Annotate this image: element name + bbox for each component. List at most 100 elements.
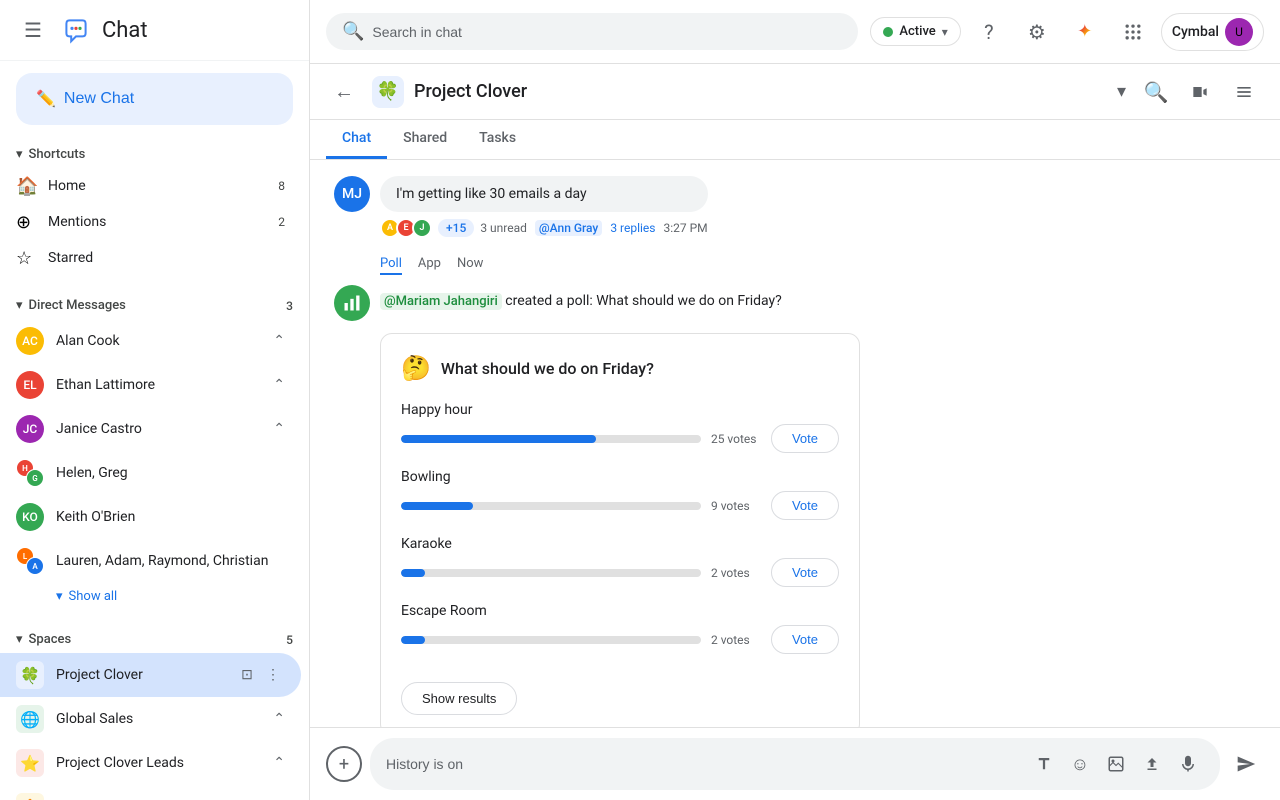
chevron-down-icon-dm-all: ▾ [56, 589, 63, 604]
sidebar-item-alan-cook[interactable]: AC Alan Cook ⌃ [0, 319, 301, 363]
poll-option-4-label: Escape Room [401, 603, 839, 619]
mariam-mention[interactable]: @Mariam Jahangiri [380, 293, 502, 310]
search-input[interactable] [372, 24, 842, 40]
tabs-bar: Chat Shared Tasks [310, 120, 1280, 160]
vote-button-2[interactable]: Vote [771, 491, 839, 520]
gemini-button[interactable]: ✦ [1065, 12, 1105, 52]
replies-link[interactable]: 3 replies [610, 221, 655, 235]
tab-tasks[interactable]: Tasks [463, 120, 532, 159]
vote-button-3[interactable]: Vote [771, 558, 839, 587]
chevron-down-icon-spaces: ▾ [16, 632, 23, 647]
search-container[interactable]: 🔍 [326, 13, 858, 50]
starred-icon: ☆ [16, 248, 36, 268]
janice-castro-avatar: JC [16, 415, 44, 443]
mentions-label: Mentions [48, 214, 269, 230]
input-field-container[interactable]: ☺ [370, 738, 1220, 790]
user-avatar[interactable]: U [1225, 18, 1253, 46]
help-icon: ? [984, 20, 993, 44]
sidebar-item-keith-obrien[interactable]: KO Keith O'Brien [0, 495, 301, 539]
sidebar-item-mentions[interactable]: ⊕ Mentions 2 [0, 204, 301, 240]
apps-grid-button[interactable] [1113, 12, 1153, 52]
project-clover-leads-pin-icon: ⌃ [273, 755, 285, 771]
poll-question: 🤔 What should we do on Friday? [401, 354, 839, 382]
chat-header-chevron-icon[interactable]: ▾ [1117, 81, 1126, 102]
poll-tab-now[interactable]: Now [457, 254, 483, 275]
spaces-header[interactable]: ▾ Spaces 5 [0, 626, 309, 653]
message-reactions-1: A E J +15 3 unread @Ann Gray 3 replies 3… [380, 218, 708, 238]
emoji-button[interactable]: ☺ [1064, 748, 1096, 780]
poll-option-2-bar-row: 9 votes Vote [401, 491, 839, 520]
sidebar-item-project-clover-leads[interactable]: ⭐ Project Clover Leads ⌃ [0, 741, 301, 785]
message-input[interactable] [386, 756, 1020, 772]
tab-shared[interactable]: Shared [387, 120, 463, 159]
hamburger-icon[interactable]: ☰ [16, 10, 50, 50]
message-text-1: I'm getting like 30 emails a day [396, 186, 587, 202]
reaction-avatar-3: J [412, 218, 432, 238]
project-clover-leads-label: Project Clover Leads [56, 755, 267, 771]
settings-button[interactable]: ⚙ [1017, 12, 1057, 52]
sidebar-item-global-sales[interactable]: 🌐 Global Sales ⌃ [0, 697, 301, 741]
global-sales-pin-icon: ⌃ [273, 711, 285, 727]
dm-show-all[interactable]: ▾ Show all [0, 583, 309, 610]
sidebar-item-home[interactable]: 🏠 Home 8 [0, 168, 301, 204]
poll-card: 🤔 What should we do on Friday? Happy hou… [380, 333, 860, 727]
sidebar-item-janice-castro[interactable]: JC Janice Castro ⌃ [0, 407, 301, 451]
poll-tab-poll[interactable]: Poll [380, 254, 402, 275]
input-toolbar: ☺ [1028, 748, 1204, 780]
poll-option-3-bar-row: 2 votes Vote [401, 558, 839, 587]
dm-badge: 3 [277, 299, 293, 313]
vote-button-1[interactable]: Vote [771, 424, 839, 453]
status-button[interactable]: Active ▾ [870, 17, 960, 46]
emoji-icon: ☺ [1071, 754, 1089, 775]
brand-logo[interactable]: Cymbal U [1161, 13, 1264, 51]
poll-option-bowling: Bowling 9 votes Vote [401, 469, 839, 520]
janice-castro-pin-icon: ⌃ [273, 421, 285, 437]
sidebar-item-helen-greg[interactable]: H G Helen, Greg [0, 451, 301, 495]
input-add-button[interactable]: + [326, 746, 362, 782]
poll-option-2-label: Bowling [401, 469, 839, 485]
topbar: 🔍 Active ▾ ? ⚙ ✦ Cymbal U [310, 0, 1280, 64]
upload-button[interactable] [1136, 748, 1168, 780]
header-more-button[interactable] [1224, 72, 1264, 112]
project-clover-more-icon[interactable]: ⋮ [261, 663, 285, 687]
app-title: Chat [102, 18, 148, 43]
sidebar-item-project-clover[interactable]: 🍀 Project Clover ⊡ ⋮ [0, 653, 301, 697]
tab-chat[interactable]: Chat [326, 120, 387, 159]
ann-gray-mention[interactable]: @Ann Gray [535, 220, 602, 236]
poll-option-2-votes: 9 votes [711, 499, 761, 513]
message-row-1: MJ I'm getting like 30 emails a day A E … [334, 176, 1256, 238]
new-chat-button[interactable]: ✏️ New Chat [16, 73, 293, 125]
poll-option-1-label: Happy hour [401, 402, 839, 418]
image-button[interactable] [1100, 748, 1132, 780]
janice-castro-label: Janice Castro [56, 421, 267, 437]
poll-creator-row: @Mariam Jahangiri created a poll: What s… [334, 285, 1256, 321]
send-button[interactable] [1228, 746, 1264, 782]
poll-option-4-bar-row: 2 votes Vote [401, 625, 839, 654]
shortcuts-section: ▾ Shortcuts 🏠 Home 8 ⊕ Mentions 2 ☆ Star… [0, 137, 309, 280]
reaction-count-badge[interactable]: +15 [438, 219, 474, 237]
poll-option-1-bar-track [401, 435, 701, 443]
sidebar-item-starred[interactable]: ☆ Starred [0, 240, 301, 276]
messages-area: MJ I'm getting like 30 emails a day A E … [310, 160, 1280, 727]
sidebar-item-lauren-group[interactable]: L A Lauren, Adam, Raymond, Christian [0, 539, 301, 583]
format-text-button[interactable] [1028, 748, 1060, 780]
vote-button-4[interactable]: Vote [771, 625, 839, 654]
show-results-button[interactable]: Show results [401, 682, 517, 715]
mic-button[interactable] [1172, 748, 1204, 780]
sidebar-item-sales-crew[interactable]: 🔶 Sales Crew [0, 785, 301, 800]
header-search-button[interactable]: 🔍 [1136, 72, 1176, 112]
shortcuts-header[interactable]: ▾ Shortcuts [0, 141, 309, 168]
dm-header[interactable]: ▾ Direct Messages 3 [0, 292, 309, 319]
project-clover-label: Project Clover [56, 667, 235, 683]
poll-tab-app[interactable]: App [418, 254, 441, 275]
header-video-button[interactable] [1180, 72, 1220, 112]
alan-cook-pin-icon: ⌃ [273, 333, 285, 349]
sidebar-item-ethan-lattimore[interactable]: EL Ethan Lattimore ⌃ [0, 363, 301, 407]
apps-grid-icon [1123, 22, 1143, 42]
project-clover-video-icon[interactable]: ⊡ [235, 663, 259, 687]
back-button[interactable]: ← [326, 74, 362, 110]
poll-option-3-bar-fill [401, 569, 425, 577]
poll-option-3-votes: 2 votes [711, 566, 761, 580]
input-bar: + ☺ [310, 727, 1280, 800]
help-button[interactable]: ? [969, 12, 1009, 52]
